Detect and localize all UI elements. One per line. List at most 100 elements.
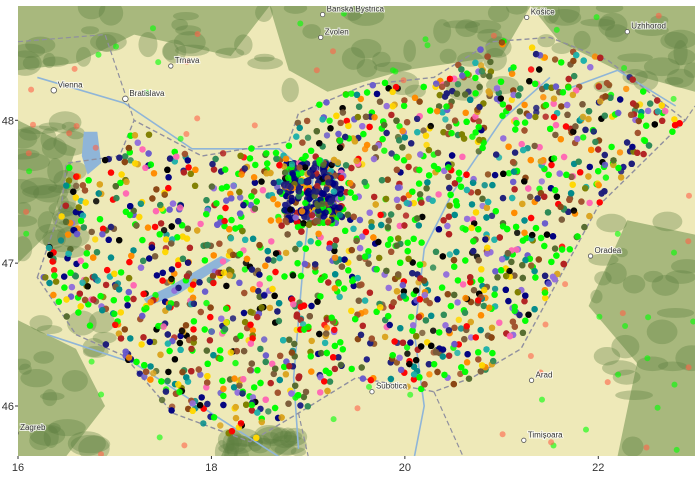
- data-point: [191, 182, 199, 189]
- data-point: [505, 297, 512, 305]
- data-point: [499, 101, 507, 108]
- data-point: [491, 291, 498, 298]
- data-point: [277, 352, 284, 359]
- data-point: [403, 199, 410, 207]
- data-point: [509, 158, 517, 166]
- data-point: [434, 108, 441, 115]
- data-point: [370, 234, 377, 241]
- data-point: [531, 267, 538, 275]
- relief-patch: [643, 270, 664, 283]
- data-point: [634, 149, 641, 156]
- relief-patch: [660, 31, 688, 50]
- data-point: [478, 362, 486, 369]
- data-point: [137, 200, 145, 207]
- data-point: [123, 178, 130, 185]
- data-point: [467, 96, 474, 104]
- relief-patch: [652, 211, 683, 232]
- data-point: [226, 272, 233, 279]
- data-point: [353, 157, 360, 165]
- data-point: [468, 201, 476, 208]
- data-point: [313, 128, 320, 135]
- data-point: [217, 355, 224, 362]
- data-point: [137, 264, 145, 271]
- place-label: Subotica: [376, 382, 408, 391]
- data-point: [462, 257, 469, 264]
- data-point: [622, 323, 629, 329]
- data-point: [647, 100, 654, 107]
- data-point: [553, 252, 560, 259]
- data-point: [338, 263, 346, 270]
- data-point: [204, 379, 211, 386]
- data-point: [616, 149, 624, 156]
- data-point: [295, 392, 302, 399]
- data-point: [385, 312, 392, 320]
- data-point: [176, 339, 184, 347]
- data-point: [138, 341, 145, 348]
- data-point: [102, 341, 110, 348]
- data-point: [77, 217, 85, 225]
- relief-patch: [443, 20, 481, 29]
- place-marker: [624, 29, 630, 35]
- data-point: [522, 292, 529, 299]
- data-point: [430, 361, 438, 368]
- data-point: [483, 346, 490, 353]
- data-point: [504, 249, 512, 257]
- data-point: [467, 274, 474, 281]
- data-point: [400, 77, 407, 84]
- data-point: [61, 284, 68, 291]
- data-point: [188, 345, 195, 353]
- data-point: [177, 346, 184, 353]
- data-point: [365, 260, 372, 267]
- data-point: [565, 75, 572, 83]
- data-point: [52, 278, 60, 285]
- data-point: [156, 434, 163, 441]
- data-point: [305, 187, 312, 195]
- data-point: [81, 187, 89, 194]
- data-point: [88, 228, 95, 236]
- data-point: [508, 70, 516, 77]
- data-point: [256, 281, 263, 288]
- data-point: [153, 272, 161, 279]
- data-point: [475, 297, 482, 304]
- data-point: [222, 204, 229, 212]
- data-point: [204, 241, 211, 249]
- data-point: [121, 158, 128, 166]
- data-point: [176, 388, 183, 396]
- data-point: [117, 335, 125, 342]
- data-point: [150, 370, 157, 377]
- data-point: [186, 244, 194, 251]
- data-point: [240, 376, 247, 383]
- data-point: [490, 32, 497, 39]
- data-point: [586, 163, 593, 171]
- data-point: [288, 161, 296, 168]
- data-point: [336, 137, 344, 144]
- data-point: [276, 162, 283, 169]
- data-point: [552, 131, 559, 139]
- data-point: [550, 155, 558, 162]
- data-point: [153, 186, 160, 193]
- data-point: [189, 281, 197, 288]
- data-point: [423, 185, 430, 192]
- data-point: [181, 442, 188, 449]
- data-point: [210, 279, 217, 287]
- data-point: [393, 242, 401, 249]
- data-point: [179, 255, 187, 262]
- data-point: [489, 181, 496, 189]
- scatter-map[interactable]: Banská BystricaZvolenKošiceUzhhorodTrnav…: [0, 0, 700, 478]
- data-point: [62, 202, 69, 209]
- data-point: [396, 137, 403, 144]
- data-point: [615, 164, 622, 172]
- relief-patch: [33, 351, 55, 364]
- data-point: [429, 264, 437, 271]
- data-point: [538, 178, 545, 185]
- data-point: [645, 314, 652, 321]
- data-point: [221, 326, 229, 333]
- data-point: [260, 292, 268, 299]
- data-point: [297, 402, 304, 409]
- data-point: [175, 218, 182, 225]
- data-point: [84, 283, 91, 290]
- data-point: [240, 201, 247, 209]
- data-point: [282, 249, 290, 257]
- data-point: [472, 209, 480, 216]
- data-point: [475, 118, 483, 125]
